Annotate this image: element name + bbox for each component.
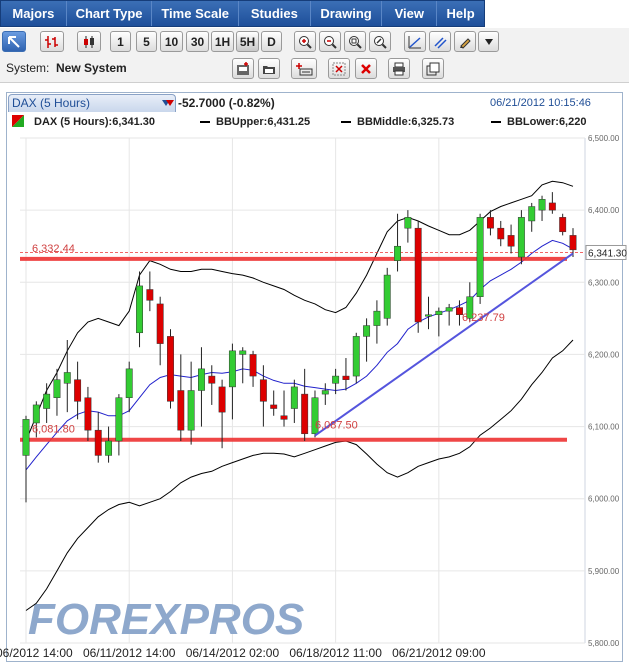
candle-up <box>115 397 123 442</box>
last-price-label: 6,341.30 <box>588 248 627 259</box>
y-tick-label: 5,800.00 <box>588 639 620 648</box>
candle-up <box>239 350 247 355</box>
candle-down <box>84 397 92 431</box>
price-annotation: 6,237.79 <box>462 312 505 324</box>
candle-up <box>63 372 71 384</box>
candle-up <box>517 217 525 258</box>
x-tick-label: 06/11/2012 14:00 <box>83 646 176 660</box>
candle-down <box>167 336 174 402</box>
candle-down <box>507 235 515 247</box>
candle-up <box>32 404 40 424</box>
candle-down <box>94 429 102 456</box>
candle-down <box>301 393 309 435</box>
candle-down <box>218 386 226 413</box>
candle-up <box>43 393 51 409</box>
candle-down <box>177 390 185 431</box>
candle-down <box>414 227 422 323</box>
candle-down <box>249 354 257 377</box>
candle-up <box>445 307 453 312</box>
candle-up <box>394 245 401 261</box>
candle-down <box>280 415 288 420</box>
candle-up <box>321 390 329 395</box>
candle-up <box>363 325 371 337</box>
candle-down <box>270 404 278 409</box>
candle-up <box>425 314 432 317</box>
candle-up <box>404 217 412 229</box>
candle-up <box>125 368 133 398</box>
candle-up <box>435 310 443 315</box>
candle-down <box>156 303 164 344</box>
candle-down <box>342 375 350 380</box>
y-tick-label: 6,300.00 <box>588 278 620 287</box>
candle-down <box>74 379 82 402</box>
bollinger-middle-line <box>25 239 574 471</box>
candle-up <box>352 336 360 377</box>
candle-down <box>559 217 567 233</box>
candle-up <box>198 368 205 391</box>
candle-up <box>332 375 340 384</box>
candle-up <box>476 217 484 297</box>
candle-up <box>228 350 236 388</box>
bollinger-lower-line <box>25 339 574 611</box>
y-tick-label: 6,100.00 <box>588 423 620 432</box>
y-tick-label: 6,500.00 <box>588 134 620 143</box>
y-tick-label: 6,400.00 <box>588 206 620 215</box>
x-tick-label: 06/18/2012 11:00 <box>289 646 382 660</box>
candle-up <box>290 386 298 409</box>
candle-up <box>22 419 30 456</box>
y-tick-label: 6,200.00 <box>588 350 620 359</box>
candle-down <box>486 217 494 229</box>
candle-down <box>569 235 577 251</box>
x-tick-label: 06/21/2012 09:00 <box>392 646 486 660</box>
candle-down <box>208 375 216 384</box>
candle-up <box>538 199 546 211</box>
candle-up <box>53 379 61 398</box>
candle-down <box>497 227 505 240</box>
candle-up <box>105 440 113 456</box>
candle-up <box>373 310 381 326</box>
price-annotation: 6,332.44 <box>32 243 75 255</box>
price-chart[interactable]: 5,800.00 5,900.00 6,000.00 6,100.00 6,200.00… <box>0 0 629 670</box>
candle-down <box>146 289 154 301</box>
candle-up <box>528 206 536 222</box>
candle-up <box>187 390 195 431</box>
x-tick-label: 06/14/2012 02:00 <box>186 646 280 660</box>
x-tick-label: 06/06/2012 14:00 <box>0 646 73 660</box>
candle-up <box>383 274 391 319</box>
price-annotation: 6,087.50 <box>315 420 358 432</box>
candle-up <box>136 285 143 334</box>
y-tick-label: 6,000.00 <box>588 495 620 504</box>
y-tick-label: 5,900.00 <box>588 567 620 576</box>
candle-down <box>259 379 267 402</box>
watermark-logo: FOREXPROS <box>28 595 304 644</box>
candle-down <box>548 202 556 211</box>
price-annotation: 6,081.80 <box>32 424 75 436</box>
